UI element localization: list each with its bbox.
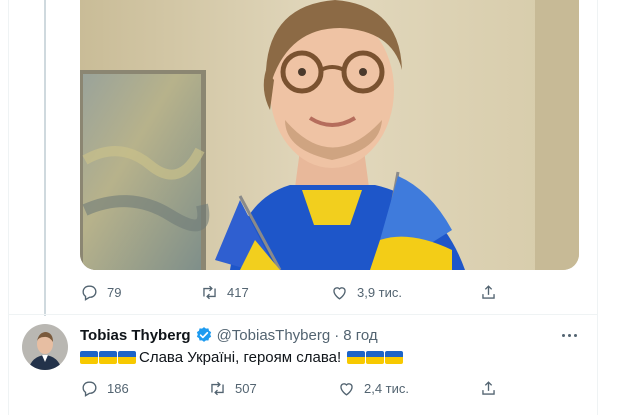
more-icon — [561, 333, 565, 337]
author-handle[interactable]: @TobiasThyberg — [217, 327, 331, 344]
tweet-feed: 79 417 3,9 тис. Tobias Thyberg @TobiasTh… — [0, 0, 620, 415]
ukraine-flags-leading — [80, 350, 136, 364]
like-icon — [333, 286, 346, 300]
reply-icon — [82, 284, 97, 301]
ukraine-flag-emoji — [99, 350, 117, 364]
tweet-actions: 79 417 3,9 тис. — [80, 280, 500, 304]
ukraine-flag-emoji — [118, 350, 136, 364]
reply-button[interactable]: 186 — [80, 376, 129, 400]
author-name[interactable]: Tobias Thyberg — [80, 327, 191, 344]
retweet-button[interactable]: 507 — [208, 376, 257, 400]
ukraine-flags-trailing — [347, 350, 404, 364]
tweet-text-row: Слава Україні, героям слава! — [80, 347, 404, 367]
ukraine-flag-emoji — [385, 350, 404, 364]
like-count: 3,9 тис. — [357, 284, 403, 300]
retweet-icon — [203, 285, 216, 299]
share-icon — [482, 284, 495, 299]
tweet-photo[interactable] — [80, 0, 579, 270]
verified-badge-icon — [196, 327, 211, 342]
ukraine-flag-emoji — [80, 350, 98, 364]
tweet-time[interactable]: 8 год — [343, 327, 377, 344]
share-button[interactable] — [479, 376, 498, 400]
photo-man-with-flags — [80, 0, 579, 270]
like-button[interactable]: 2,4 тис. — [337, 376, 409, 400]
ukraine-flag-emoji — [347, 350, 366, 364]
feed-border-right — [597, 0, 598, 415]
avatar[interactable] — [22, 324, 68, 370]
retweet-icon — [211, 381, 224, 395]
retweet-button[interactable]: 417 — [200, 280, 249, 304]
like-icon — [340, 382, 353, 396]
separator-dot: · — [334, 326, 340, 344]
like-count: 2,4 тис. — [364, 380, 410, 396]
feed-border-left — [8, 0, 9, 415]
reply-count: 79 — [107, 284, 122, 300]
reply-count: 186 — [107, 380, 129, 396]
more-button[interactable] — [558, 326, 580, 344]
tweet-text: Слава Україні, героям слава! — [139, 348, 342, 366]
avatar-photo — [22, 324, 68, 370]
reply-icon — [82, 380, 97, 397]
reply-button[interactable]: 79 — [80, 280, 121, 304]
share-button[interactable] — [479, 280, 498, 304]
retweet-count: 417 — [227, 284, 249, 300]
like-button[interactable]: 3,9 тис. — [330, 280, 402, 304]
retweet-count: 507 — [235, 380, 257, 396]
ukraine-flag-emoji — [366, 350, 385, 364]
tweet-header: Tobias Thyberg @TobiasThyberg · 8 год — [80, 325, 378, 345]
tweet-divider — [8, 314, 598, 315]
tweet-actions: 186 507 2,4 тис. — [80, 376, 500, 400]
thread-line — [44, 0, 46, 316]
share-icon — [482, 380, 495, 395]
